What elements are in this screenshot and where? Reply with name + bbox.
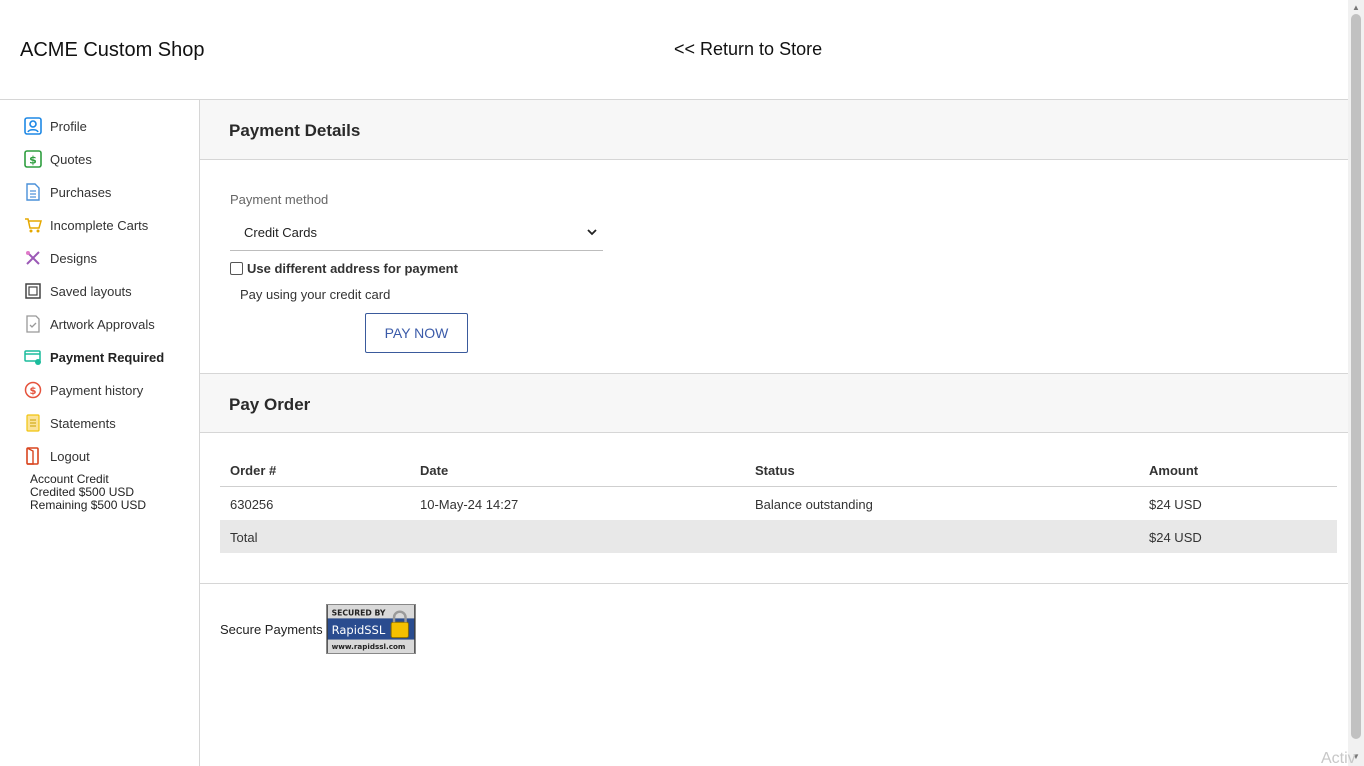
return-to-store-link[interactable]: << Return to Store bbox=[674, 39, 822, 60]
payment-method-select[interactable]: Credit Cards bbox=[230, 215, 603, 251]
brand-title: ACME Custom Shop bbox=[20, 39, 205, 61]
sidebar-item-label: Incomplete Carts bbox=[50, 217, 149, 233]
column-header-status: Status bbox=[755, 463, 795, 478]
pay-order-header: Pay Order bbox=[200, 373, 1348, 433]
svg-text:www.rapidssl.com: www.rapidssl.com bbox=[332, 642, 406, 651]
column-header-amount: Amount bbox=[1149, 463, 1199, 478]
logout-icon bbox=[24, 447, 42, 465]
table-row: 630256 10-May-24 14:27 Balance outstandi… bbox=[220, 487, 1337, 520]
svg-text:$: $ bbox=[30, 386, 37, 397]
order-status: Balance outstanding bbox=[755, 497, 873, 512]
sidebar-item-saved-layouts[interactable]: Saved layouts bbox=[24, 280, 132, 302]
sidebar-item-purchases[interactable]: Purchases bbox=[24, 181, 111, 203]
secure-payments-label: Secure Payments bbox=[220, 622, 323, 637]
design-icon bbox=[24, 249, 42, 267]
sidebar-item-payment-history[interactable]: $ Payment history bbox=[24, 379, 143, 401]
document-icon bbox=[24, 183, 42, 201]
layout-icon bbox=[24, 282, 42, 300]
account-credit: Account Credit Credited $500 USD Remaini… bbox=[30, 473, 146, 512]
sidebar-item-logout[interactable]: Logout bbox=[24, 445, 90, 467]
sidebar-item-label: Logout bbox=[50, 448, 90, 464]
svg-text:SECURED BY: SECURED BY bbox=[332, 609, 386, 618]
column-header-order: Order # bbox=[230, 463, 277, 478]
total-label: Total bbox=[230, 530, 258, 545]
profile-icon bbox=[24, 117, 42, 135]
sidebar-item-label: Purchases bbox=[50, 184, 112, 200]
payment-icon bbox=[24, 348, 42, 366]
page: ACME Custom Shop << Return to Store Prof… bbox=[0, 0, 1348, 766]
sidebar-item-artwork-approvals[interactable]: Artwork Approvals bbox=[24, 313, 155, 335]
dollar-icon: $ bbox=[24, 150, 42, 168]
sidebar-item-label: Payment history bbox=[50, 382, 144, 398]
different-address-row: Use different address for payment bbox=[230, 261, 458, 276]
sidebar-item-statements[interactable]: Statements bbox=[24, 412, 116, 434]
svg-text:RapidSSL: RapidSSL bbox=[332, 623, 386, 637]
different-address-label: Use different address for payment bbox=[247, 261, 458, 276]
account-credit-remaining: Remaining $500 USD bbox=[30, 498, 147, 512]
sidebar-item-label: Quotes bbox=[50, 151, 92, 167]
sidebar-item-payment-required[interactable]: Payment Required bbox=[24, 346, 164, 368]
section-divider bbox=[200, 583, 1348, 584]
scroll-up-arrow-icon[interactable]: ▲ bbox=[1352, 3, 1360, 12]
header: ACME Custom Shop << Return to Store bbox=[0, 0, 1348, 100]
main-content: Payment Details Payment method Credit Ca… bbox=[200, 100, 1348, 766]
statement-icon bbox=[24, 414, 42, 432]
cart-icon bbox=[24, 216, 42, 234]
payment-method-value: Credit Cards bbox=[244, 225, 317, 240]
different-address-checkbox[interactable] bbox=[230, 262, 243, 275]
sidebar-item-label: Designs bbox=[50, 250, 97, 266]
sidebar-item-quotes[interactable]: $ Quotes bbox=[24, 148, 92, 170]
sidebar-item-label: Artwork Approvals bbox=[50, 316, 155, 332]
column-header-date: Date bbox=[420, 463, 449, 478]
total-amount: $24 USD bbox=[1149, 530, 1202, 545]
table-total-row: Total $24 USD bbox=[220, 520, 1337, 553]
svg-text:$: $ bbox=[29, 154, 37, 167]
payment-details-header: Payment Details bbox=[200, 100, 1348, 160]
sidebar-item-designs[interactable]: Designs bbox=[24, 247, 97, 269]
order-amount: $24 USD bbox=[1149, 497, 1202, 512]
approval-icon bbox=[24, 315, 42, 333]
history-icon: $ bbox=[24, 381, 42, 399]
pay-note: Pay using your credit card bbox=[240, 287, 391, 302]
sidebar: Profile $ Quotes Purchases Incomplete Ca… bbox=[0, 100, 200, 766]
table-header-row: Order # Date Status Amount bbox=[220, 453, 1337, 487]
sidebar-item-label: Saved layouts bbox=[50, 283, 132, 299]
order-date: 10-May-24 14:27 bbox=[420, 497, 519, 512]
sidebar-item-profile[interactable]: Profile bbox=[24, 115, 87, 137]
sidebar-item-label: Statements bbox=[50, 415, 116, 431]
payment-details-title: Payment Details bbox=[229, 121, 361, 140]
sidebar-item-label: Payment Required bbox=[50, 349, 165, 365]
sidebar-item-incomplete-carts[interactable]: Incomplete Carts bbox=[24, 214, 148, 236]
activate-windows-watermark: Activ bbox=[1321, 750, 1356, 766]
chevron-down-icon bbox=[585, 225, 599, 239]
scrollbar-thumb[interactable] bbox=[1351, 14, 1361, 739]
pay-now-button[interactable]: PAY NOW bbox=[365, 313, 468, 353]
order-number: 630256 bbox=[230, 497, 274, 512]
scrollbar[interactable]: ▲ ▼ bbox=[1348, 0, 1364, 766]
pay-order-title: Pay Order bbox=[229, 395, 311, 414]
payment-method-label: Payment method bbox=[230, 192, 329, 207]
rapidssl-badge: SECURED BY RapidSSL www.rapidssl.com bbox=[326, 604, 416, 654]
sidebar-item-label: Profile bbox=[50, 118, 87, 134]
